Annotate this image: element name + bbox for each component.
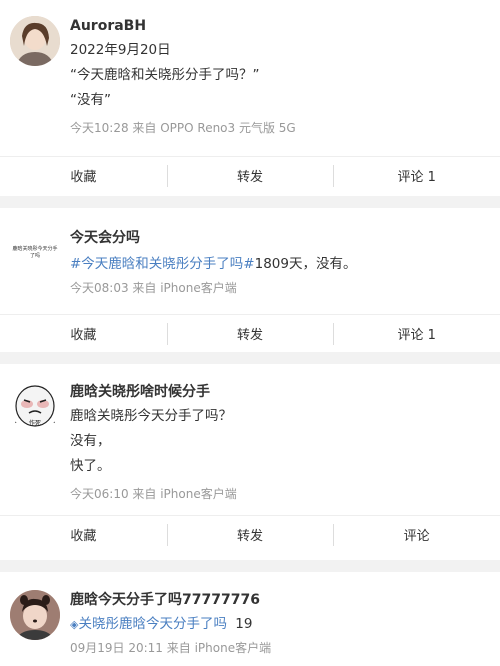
- author-name[interactable]: 鹿晗关晓彤啥时候分手: [70, 382, 490, 402]
- avatar[interactable]: 鹿晗关晓彤今天分手了吗: [10, 228, 60, 278]
- avatar[interactable]: [10, 16, 60, 66]
- post-meta: 今天06:10 来自 iPhone客户端: [70, 487, 237, 501]
- post-meta: 09月19日 20:11 来自 iPhone客户端: [70, 641, 272, 655]
- post-text-line: 快了。: [70, 458, 111, 474]
- avatar[interactable]: 作死: [10, 382, 60, 432]
- repost-button[interactable]: 转发: [166, 516, 334, 553]
- collect-button[interactable]: 收藏: [0, 157, 167, 194]
- weibo-feed: AuroraBH 2022年9月20日 “今天鹿晗和关晓彤分手了吗？” “没有”…: [0, 0, 500, 666]
- divider: [0, 196, 500, 208]
- action-bar: 收藏 转发 评论 1: [0, 314, 500, 352]
- post-meta: 今天10:28 来自 OPPO Reno3 元气版 5G: [70, 121, 296, 135]
- repost-button[interactable]: 转发: [166, 157, 334, 194]
- post-text-line: “没有”: [70, 92, 111, 108]
- author-name[interactable]: 今天会分吗: [70, 228, 490, 248]
- svg-text:作死: 作死: [29, 419, 41, 427]
- hashtag-link[interactable]: #今天鹿晗和关晓彤分手了吗#: [70, 256, 255, 272]
- post-card: 鹿晗关晓彤今天分手了吗 今天会分吗 #今天鹿晗和关晓彤分手了吗#1809天，没有…: [0, 208, 500, 352]
- avatar[interactable]: [10, 590, 60, 640]
- topic-link[interactable]: 关晓彤鹿晗今天分手了吗: [78, 616, 227, 632]
- collect-button[interactable]: 收藏: [0, 516, 167, 553]
- post-card: 作死 鹿晗关晓彤啥时候分手 鹿晗关晓彤今天分手了吗？ 没有， 快了。 今天06:…: [0, 364, 500, 560]
- action-bar: 收藏 转发 评论 1: [0, 156, 500, 194]
- avatar-text: 鹿晗关晓彤今天分手了吗: [12, 246, 58, 259]
- author-name[interactable]: AuroraBH: [70, 16, 490, 36]
- divider: [0, 352, 500, 364]
- action-bar: 收藏 转发 评论: [0, 515, 500, 553]
- comment-button[interactable]: 评论: [333, 516, 500, 553]
- post-text-line: 2022年9月20日: [70, 42, 171, 58]
- topic-line: ◈关晓彤鹿晗今天分手了吗 19: [70, 612, 490, 637]
- post-text-line: 没有，: [70, 433, 111, 449]
- comment-button[interactable]: 评论 1: [333, 315, 500, 352]
- post-text-line: “今天鹿晗和关晓彤分手了吗？”: [70, 67, 260, 83]
- divider: [0, 560, 500, 572]
- repost-button[interactable]: 转发: [166, 315, 334, 352]
- comment-button[interactable]: 评论 1: [333, 157, 500, 194]
- post-text-line: 鹿晗关晓彤今天分手了吗？: [70, 408, 232, 424]
- author-name[interactable]: 鹿晗今天分手了吗77777776: [70, 590, 490, 610]
- post-text-suffix: 1809天，没有。: [254, 256, 357, 272]
- collect-button[interactable]: 收藏: [0, 315, 167, 352]
- post-text: #今天鹿晗和关晓彤分手了吗#1809天，没有。: [70, 252, 490, 277]
- topic-count: 19: [235, 616, 253, 632]
- post-meta: 今天08:03 来自 iPhone客户端: [70, 281, 237, 295]
- post-card: 鹿晗今天分手了吗77777776 ◈关晓彤鹿晗今天分手了吗 19 09月19日 …: [0, 572, 500, 666]
- post-card: AuroraBH 2022年9月20日 “今天鹿晗和关晓彤分手了吗？” “没有”…: [0, 0, 500, 196]
